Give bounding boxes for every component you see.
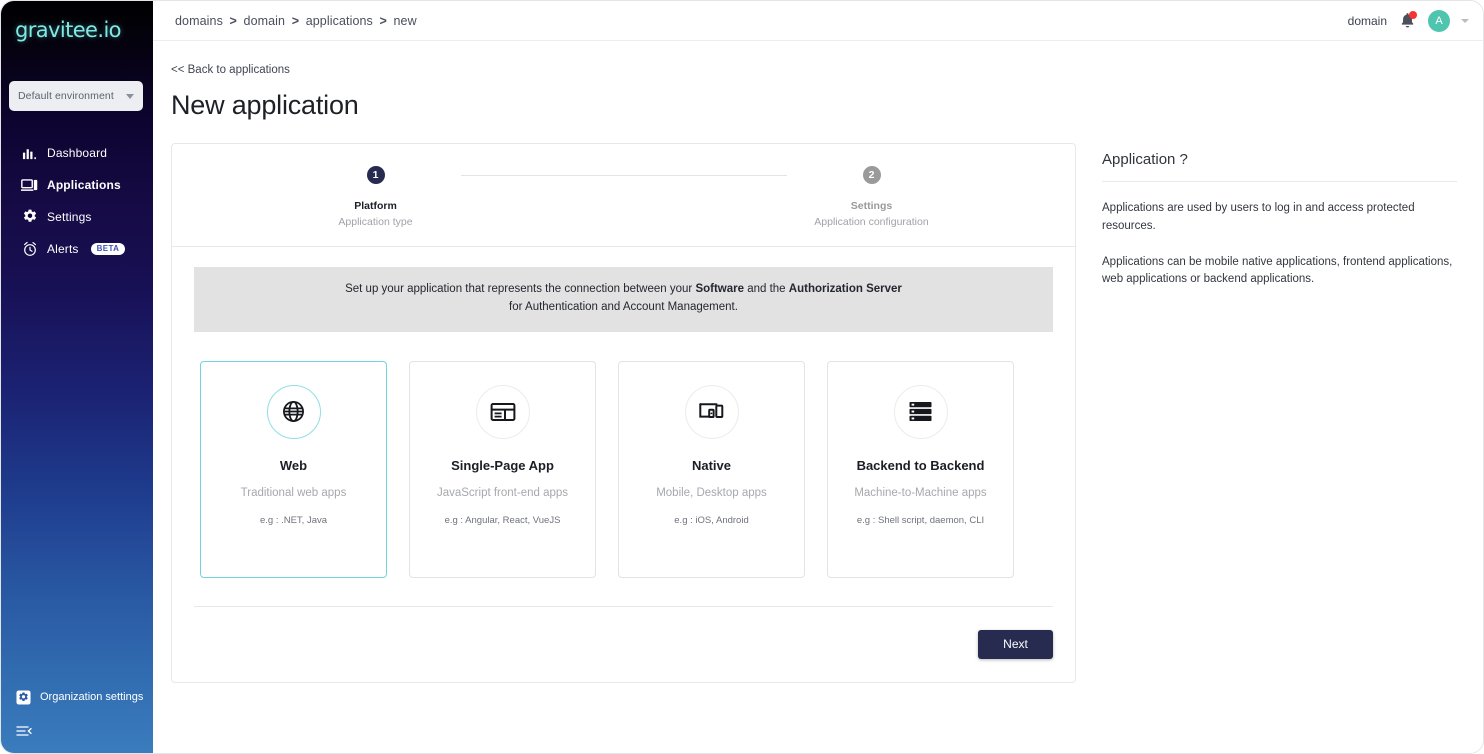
sidebar-item-label: Alerts: [47, 242, 79, 256]
brand-logo[interactable]: gravitee.io: [1, 1, 153, 63]
sidebar-bottom: Organization settings: [1, 682, 153, 753]
devices-icon: [684, 384, 739, 439]
chevron-down-icon[interactable]: [1461, 18, 1469, 23]
application-type-description: Mobile, Desktop apps: [656, 486, 767, 499]
sidebar-item-label: Organization settings: [40, 691, 144, 703]
application-type-card-web[interactable]: Web Traditional web apps e.g : .NET, Jav…: [200, 360, 387, 578]
gear-icon: [21, 209, 38, 226]
info-banner-line2: for Authentication and Account Managemen…: [509, 300, 738, 313]
page-content: << Back to applications New application …: [153, 41, 1483, 753]
back-to-applications-link[interactable]: << Back to applications: [171, 64, 290, 76]
alerts-beta-badge: BETA: [90, 242, 126, 256]
info-banner-text-a: Set up your application that represents …: [345, 283, 696, 295]
info-banner-text-b: and the: [744, 283, 789, 295]
wizard-body: Set up your application that represents …: [172, 247, 1075, 578]
sidebar: gravitee.io Default environment Dashboar…: [1, 1, 153, 753]
sidebar-item-dashboard[interactable]: Dashboard: [1, 137, 153, 169]
sidebar-item-alerts[interactable]: Alerts BETA: [1, 233, 153, 265]
new-application-wizard: 1 Platform Application type 2 Settings A…: [171, 143, 1076, 683]
notification-dot: [1409, 11, 1417, 19]
stepper-step-platform[interactable]: 1 Platform Application type: [291, 166, 461, 228]
environment-selector[interactable]: Default environment: [9, 81, 143, 111]
breadcrumb-separator: >: [291, 13, 300, 28]
stepper-step-title: Settings: [850, 200, 893, 212]
collapse-menu-icon: [15, 722, 32, 739]
wizard-stepper: 1 Platform Application type 2 Settings A…: [172, 144, 1075, 247]
sidebar-item-label: Applications: [47, 178, 121, 192]
application-type-example: e.g : Angular, React, VueJS: [444, 514, 561, 526]
browser-window-icon: [475, 384, 530, 439]
stepper-step-number: 1: [366, 166, 385, 184]
info-banner-software: Software: [695, 283, 745, 295]
breadcrumb-separator: >: [229, 13, 237, 28]
application-type-name: Backend to Backend: [856, 457, 985, 473]
next-button[interactable]: Next: [978, 629, 1053, 659]
topbar: domains > domain > applications > new do…: [153, 1, 1483, 41]
environment-selector-value: Default environment: [18, 90, 114, 102]
brand-logo-text: gravitee.io: [15, 18, 122, 42]
server-stack-icon: [893, 384, 948, 439]
stepper-connector-line: [460, 175, 787, 176]
application-type-example: e.g : .NET, Java: [259, 514, 328, 526]
stepper-step-subtitle: Application configuration: [814, 216, 929, 228]
stepper-step-settings[interactable]: 2 Settings Application configuration: [787, 166, 957, 228]
bell-icon[interactable]: [1398, 11, 1417, 30]
application-type-example: e.g : Shell script, daemon, CLI: [856, 514, 985, 526]
breadcrumb-item-applications[interactable]: applications: [306, 14, 373, 28]
application-type-grid: Web Traditional web apps e.g : .NET, Jav…: [194, 360, 1053, 578]
app-window: gravitee.io Default environment Dashboar…: [0, 0, 1484, 754]
breadcrumb-item-new[interactable]: new: [393, 14, 416, 28]
application-type-name: Single-Page App: [451, 457, 554, 473]
breadcrumb-separator: >: [379, 13, 387, 28]
breadcrumb-item-domains[interactable]: domains: [175, 14, 223, 28]
application-type-card-backend-to-backend[interactable]: Backend to Backend Machine-to-Machine ap…: [827, 360, 1014, 578]
globe-icon: [266, 384, 321, 439]
breadcrumb: domains > domain > applications > new: [175, 14, 417, 28]
application-type-description: Traditional web apps: [240, 486, 347, 499]
applications-icon: [21, 177, 38, 194]
help-panel-paragraph-1: Applications are used by users to log in…: [1102, 202, 1415, 232]
wizard-footer: Next: [194, 605, 1053, 682]
help-panel-divider: [1102, 181, 1457, 182]
chevron-down-icon: [126, 93, 134, 99]
stepper-step-subtitle: Application type: [338, 216, 413, 228]
sidebar-item-label: Dashboard: [47, 146, 108, 160]
current-domain-label: domain: [1347, 13, 1387, 28]
stepper-step-number: 2: [862, 166, 881, 184]
sidebar-item-organization-settings[interactable]: Organization settings: [1, 682, 153, 712]
help-panel-title: Application ?: [1102, 151, 1188, 168]
sidebar-collapse-button[interactable]: [1, 712, 153, 739]
sidebar-item-applications[interactable]: Applications: [1, 169, 153, 201]
alarm-clock-icon: [21, 241, 38, 258]
application-type-name: Native: [691, 457, 732, 473]
help-panel: Application ? Applications are used by u…: [1076, 143, 1465, 289]
help-panel-paragraph-2: Applications can be mobile native applic…: [1102, 255, 1453, 286]
bar-chart-icon: [21, 145, 38, 162]
stepper-step-title: Platform: [354, 200, 397, 212]
main-area: domains > domain > applications > new do…: [153, 1, 1483, 753]
topbar-right: domain A: [1347, 9, 1469, 32]
info-banner-authorization-server: Authorization Server: [788, 283, 902, 295]
setup-info-banner: Set up your application that represents …: [194, 267, 1053, 332]
sidebar-item-label: Settings: [47, 210, 92, 224]
application-type-card-native[interactable]: Native Mobile, Desktop apps e.g : iOS, A…: [618, 360, 805, 578]
avatar[interactable]: A: [1428, 9, 1450, 32]
application-type-example: e.g : iOS, Android: [674, 514, 749, 526]
gear-square-icon: [15, 689, 32, 706]
sidebar-item-settings[interactable]: Settings: [1, 201, 153, 233]
content-columns: 1 Platform Application type 2 Settings A…: [153, 143, 1483, 683]
application-type-description: Machine-to-Machine apps: [854, 486, 987, 499]
sidebar-nav: Dashboard Applications Settings Alerts B…: [1, 137, 153, 265]
application-type-card-single-page-app[interactable]: Single-Page App JavaScript front-end app…: [409, 360, 596, 578]
application-type-description: JavaScript front-end apps: [436, 486, 569, 499]
application-type-name: Web: [279, 457, 308, 473]
breadcrumb-item-domain[interactable]: domain: [244, 14, 286, 28]
page-title: New application: [171, 90, 359, 120]
